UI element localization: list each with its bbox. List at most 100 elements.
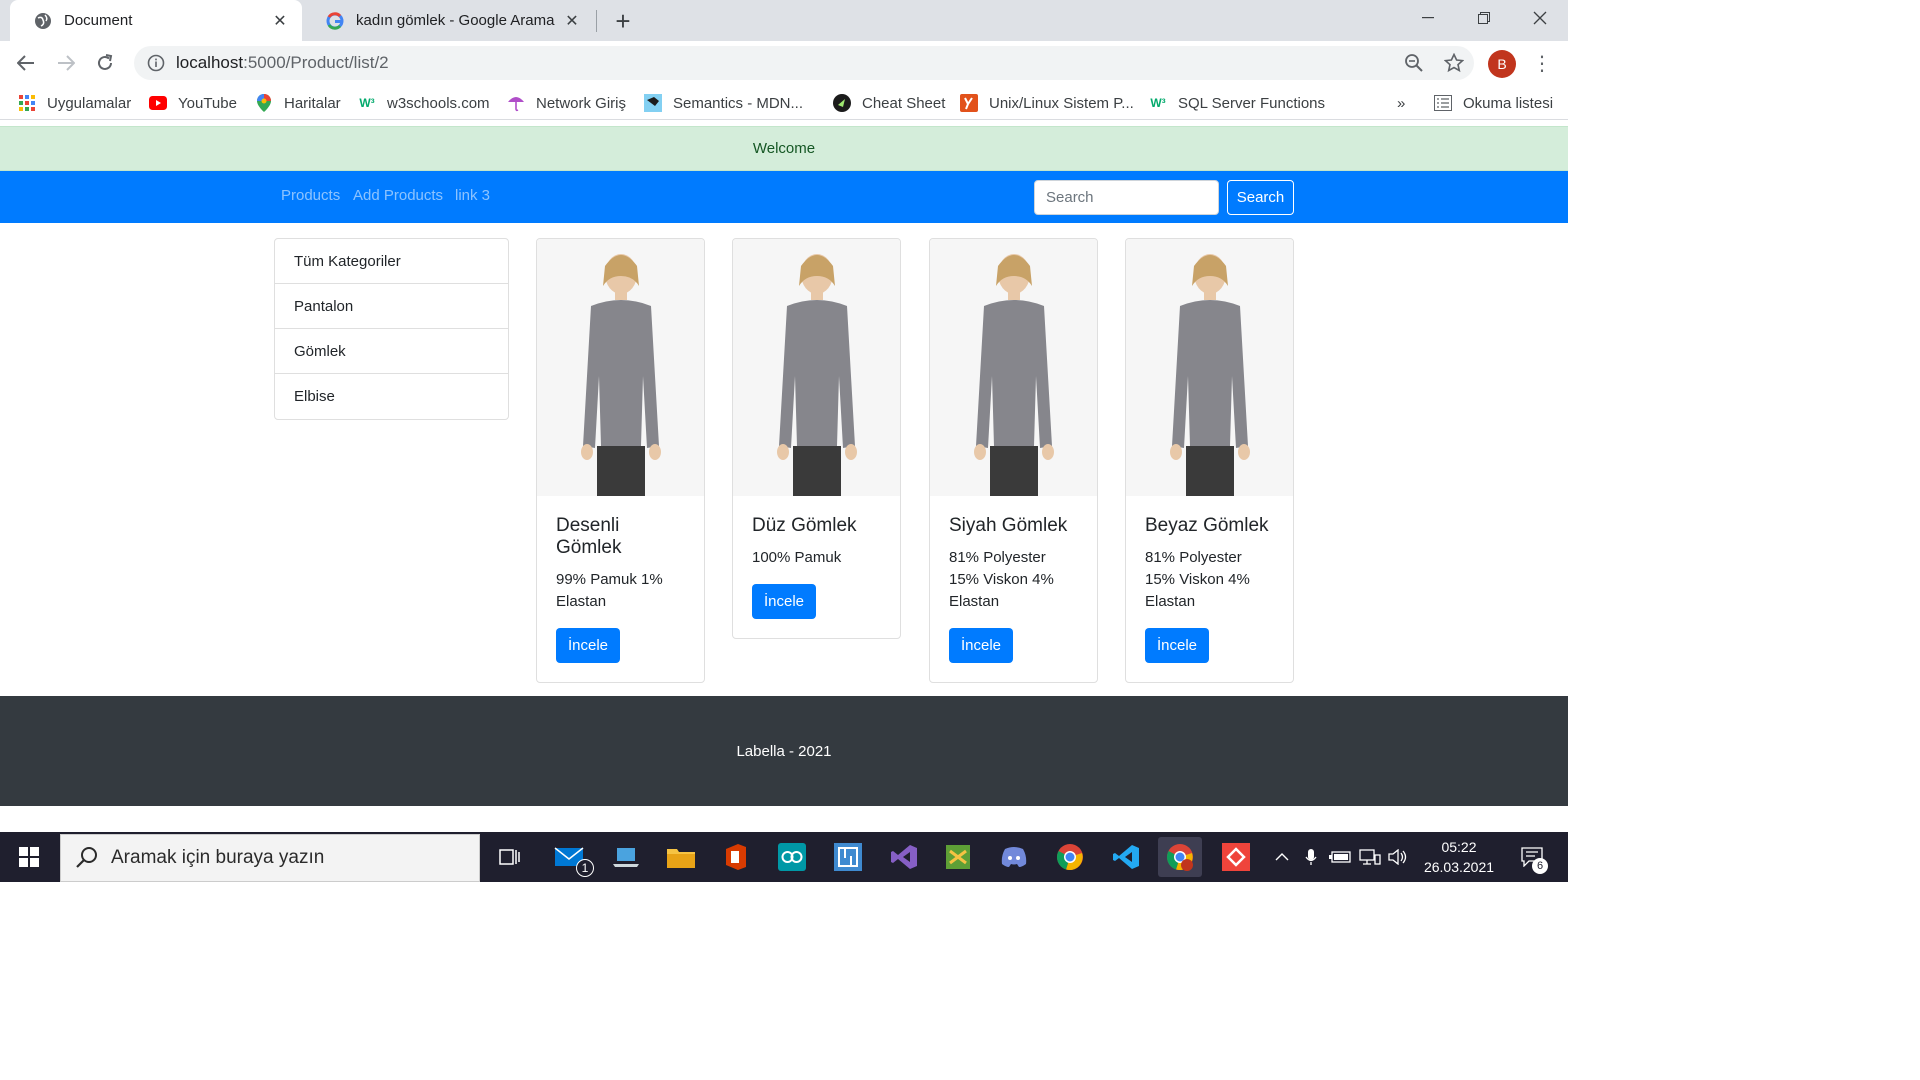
code-editor-icon[interactable] (828, 837, 868, 877)
bookmark-label: Unix/Linux Sistem P... (989, 94, 1134, 112)
bookmark-network-giris[interactable]: Network Giriş (507, 92, 626, 114)
kebab-menu-icon[interactable]: ⋮ (1530, 49, 1554, 77)
bookmark-unix-linux[interactable]: Unix/Linux Sistem P... (960, 92, 1134, 114)
youtube-icon (149, 94, 167, 112)
product-card: Siyah Gömlek 81% Polyester 15% Viskon 4%… (929, 238, 1098, 683)
task-view-icon[interactable] (490, 837, 530, 877)
page-footer: Labella - 2021 (0, 696, 1568, 806)
minimize-icon[interactable] (1400, 0, 1456, 36)
nav-link-add-products[interactable]: Add Products (353, 187, 443, 204)
snipping-tool-icon[interactable] (938, 837, 978, 877)
bookmark-label: YouTube (178, 94, 237, 112)
product-description: 99% Pamuk 1% Elastan (556, 571, 663, 610)
chevron-up-icon[interactable] (1270, 832, 1294, 882)
bookmark-label: Network Giriş (536, 94, 627, 112)
bookmark-sql-server-functions[interactable]: W³ SQL Server Functions (1149, 92, 1325, 114)
product-title: Düz Gömlek (752, 515, 857, 536)
clock-time: 05:22 (1441, 839, 1477, 855)
bookmark-apps[interactable]: Uygulamalar (18, 92, 131, 114)
star-bookmark-icon[interactable] (1440, 49, 1468, 77)
bookmark-label: Cheat Sheet (862, 94, 946, 112)
inspect-button[interactable]: İncele (949, 628, 1014, 663)
product-image (733, 239, 900, 496)
notification-center-icon[interactable]: 6 (1512, 832, 1552, 882)
nav-link-3[interactable]: link 3 (455, 187, 490, 204)
bookmark-cheat-sheet[interactable]: Cheat Sheet (833, 92, 945, 114)
product-title: Siyah Gömlek (949, 515, 1068, 536)
url-host: localhost (176, 53, 244, 72)
search-button[interactable]: Search (1227, 180, 1294, 215)
bookmark-mdn[interactable]: Semantics - MDN... (644, 92, 803, 114)
url-path: :5000/Product/list/2 (243, 53, 389, 72)
forward-arrow-icon[interactable] (52, 49, 80, 77)
maps-pin-icon (255, 94, 273, 112)
microphone-icon[interactable] (1300, 832, 1322, 882)
tab-google-search[interactable]: kadın gömlek - Google Arama ✕ (302, 0, 594, 41)
bookmark-label: SQL Server Functions (1178, 94, 1326, 112)
bookmark-w3schools[interactable]: W³ w3schools.com (358, 92, 490, 114)
address-bar[interactable]: localhost:5000/Product/list/2 (134, 46, 1474, 80)
windows-taskbar: Aramak için buraya yazın 1 05:22 26.03.2… (0, 832, 1568, 882)
bookmark-youtube[interactable]: YouTube (149, 92, 237, 114)
inspect-button[interactable]: İncele (1145, 628, 1210, 663)
bookmark-label: Uygulamalar (47, 94, 132, 112)
network-status-icon[interactable] (1358, 832, 1382, 882)
bookmark-label: w3schools.com (387, 94, 490, 112)
category-list: Tüm Kategoriler Pantalon Gömlek Elbise (274, 238, 509, 420)
product-image (1126, 239, 1293, 496)
reading-list-button[interactable]: Okuma listesi (1434, 92, 1553, 114)
taskbar-search-placeholder: Aramak için buraya yazın (111, 847, 325, 868)
url-text: localhost:5000/Product/list/2 (176, 53, 389, 73)
inspect-button[interactable]: İncele (752, 584, 817, 619)
inspect-button[interactable]: İncele (556, 628, 621, 663)
reload-icon[interactable] (91, 49, 119, 77)
mail-icon[interactable]: 1 (550, 837, 594, 877)
top-navbar: Products Add Products link 3 Search (0, 171, 1568, 223)
bookmark-maps[interactable]: Haritalar (255, 92, 341, 114)
product-title: Desenli Gömlek (556, 515, 622, 558)
taskbar-clock[interactable]: 05:22 26.03.2021 (1416, 837, 1502, 877)
close-icon[interactable]: ✕ (270, 11, 290, 31)
restore-icon[interactable] (1456, 0, 1512, 36)
taskbar-search-box[interactable]: Aramak için buraya yazın (60, 834, 480, 882)
back-arrow-icon[interactable] (12, 49, 40, 77)
discord-icon[interactable] (994, 837, 1034, 877)
window-close-icon[interactable] (1512, 0, 1568, 36)
windows-start-icon[interactable] (0, 832, 58, 882)
laptop-app-icon[interactable] (606, 837, 646, 877)
nav-link-products[interactable]: Products (281, 187, 340, 204)
battery-icon[interactable] (1328, 832, 1352, 882)
browser-tab-strip: Document ✕ kadın gömlek - Google Arama ✕… (0, 0, 1568, 41)
new-tab-plus-icon[interactable]: + (608, 6, 638, 36)
visual-studio-icon[interactable] (884, 837, 924, 877)
browser-toolbar: localhost:5000/Product/list/2 B ⋮ (0, 41, 1568, 85)
w3schools-icon: W³ (1150, 96, 1166, 110)
product-description: 81% Polyester 15% Viskon 4% Elastan (949, 549, 1054, 610)
notification-badge: 6 (1532, 858, 1548, 874)
arduino-icon[interactable] (772, 837, 812, 877)
category-item-elbise[interactable]: Elbise (275, 374, 508, 419)
vscode-icon[interactable] (1106, 837, 1146, 877)
tab-title: Document (64, 12, 133, 29)
category-item-gomlek[interactable]: Gömlek (275, 329, 508, 374)
bookmarks-overflow-button[interactable]: » (1397, 92, 1405, 114)
zoom-icon[interactable] (1400, 49, 1428, 77)
info-icon[interactable] (146, 53, 166, 73)
office-icon[interactable] (716, 837, 756, 877)
anydesk-icon[interactable] (1216, 837, 1256, 877)
file-explorer-icon[interactable] (661, 837, 701, 877)
product-description: 100% Pamuk (752, 549, 842, 566)
speaker-icon[interactable] (1386, 832, 1410, 882)
reading-list-icon (1434, 94, 1452, 112)
search-input[interactable] (1034, 180, 1219, 215)
chrome-profile-active-icon[interactable] (1158, 837, 1202, 877)
tab-document[interactable]: Document ✕ (10, 0, 302, 41)
close-icon[interactable]: ✕ (562, 11, 582, 31)
bookmark-label: Semantics - MDN... (673, 94, 804, 112)
w3schools-icon: W³ (359, 96, 375, 110)
product-description: 81% Polyester 15% Viskon 4% Elastan (1145, 549, 1250, 610)
category-item-pantalon[interactable]: Pantalon (275, 284, 508, 329)
profile-avatar[interactable]: B (1488, 50, 1516, 78)
chrome-icon[interactable] (1050, 837, 1090, 877)
category-item-all[interactable]: Tüm Kategoriler (275, 239, 508, 284)
